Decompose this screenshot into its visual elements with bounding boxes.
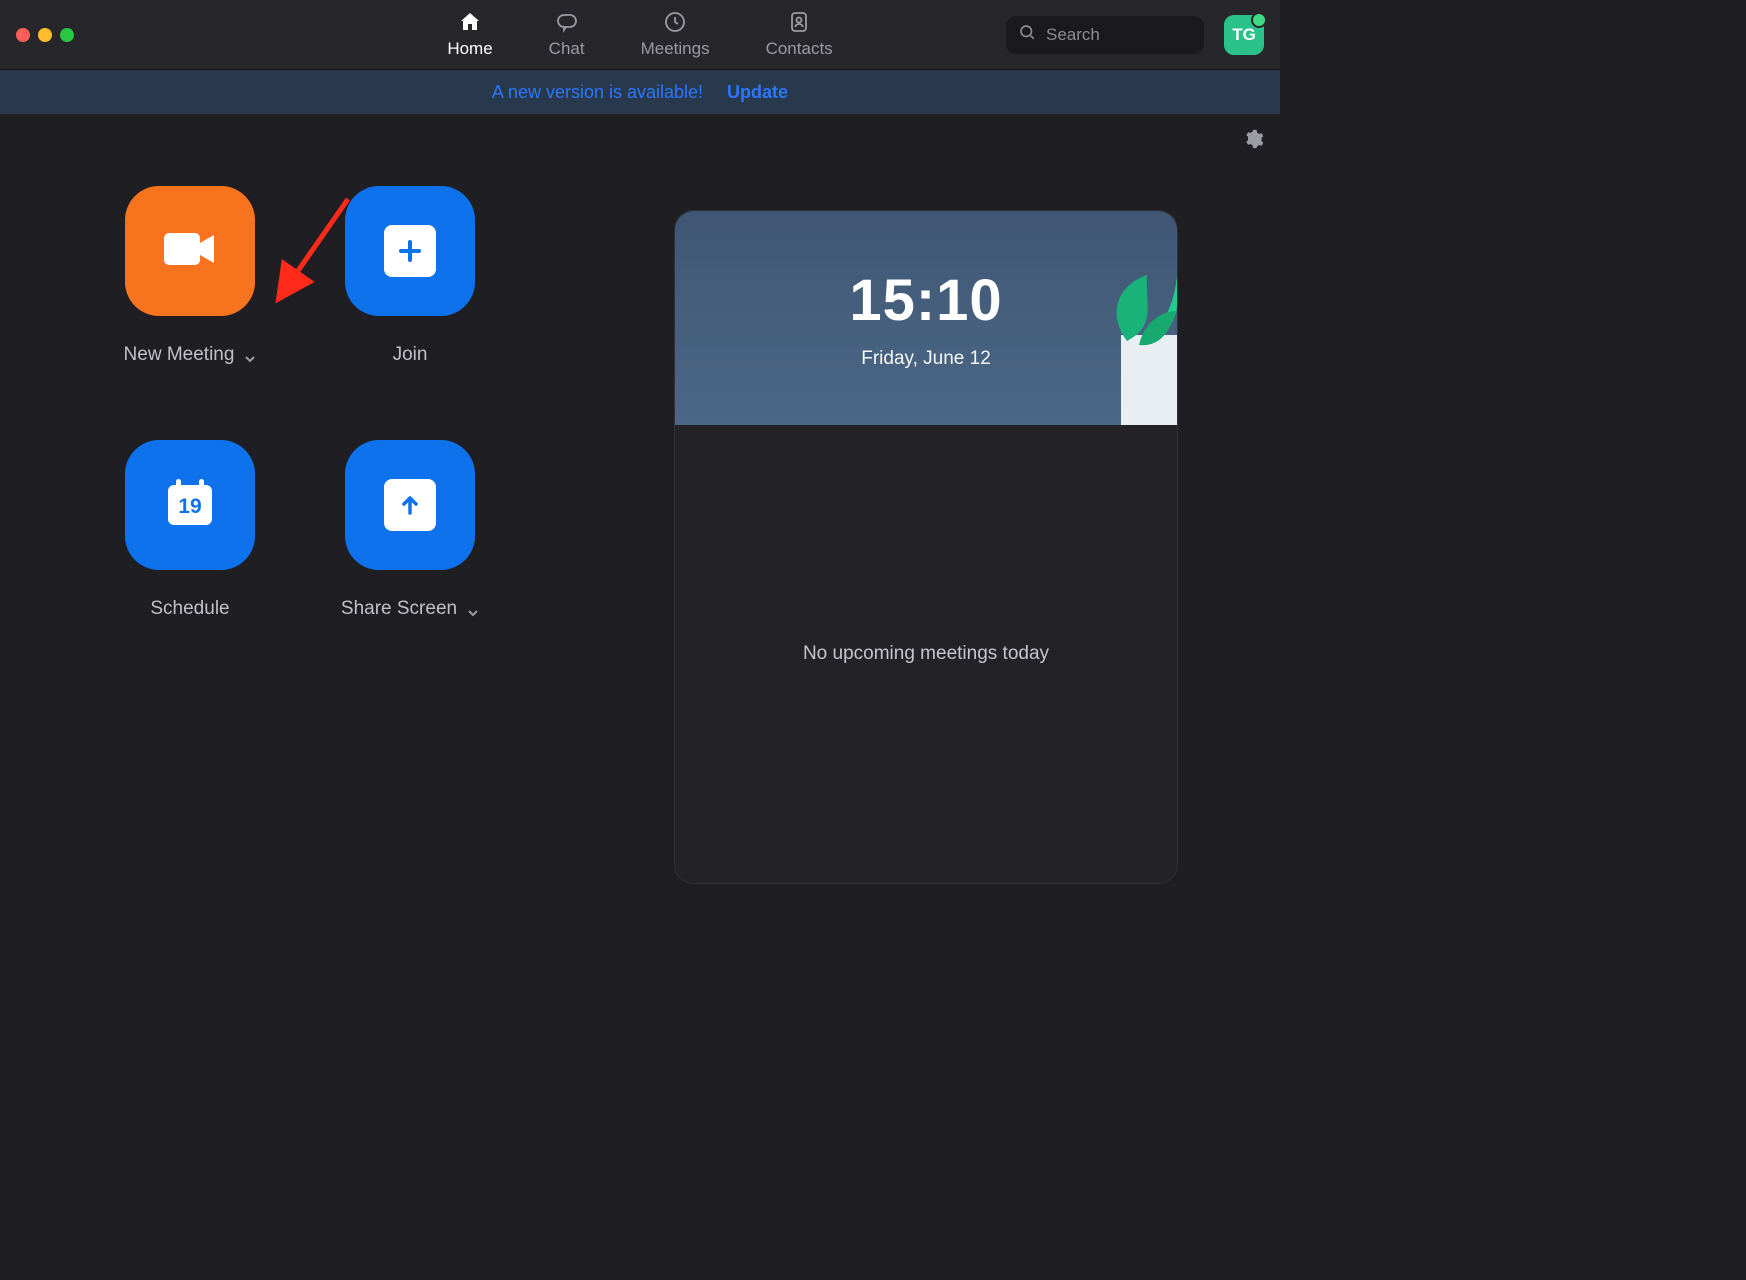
tab-label: Chat bbox=[549, 39, 585, 59]
chevron-down-icon bbox=[467, 603, 479, 615]
chat-icon bbox=[554, 9, 580, 35]
tile-label-text: Join bbox=[393, 344, 428, 366]
calendar-day: 19 bbox=[160, 495, 220, 519]
action-tiles: New Meeting Join bbox=[0, 114, 600, 938]
tab-label: Home bbox=[447, 39, 492, 59]
schedule-label-row[interactable]: Schedule bbox=[150, 598, 229, 620]
minimize-window-button[interactable] bbox=[38, 28, 52, 42]
window-controls bbox=[16, 28, 74, 42]
clock-hero: 15:10 Friday, June 12 bbox=[675, 211, 1177, 425]
tile-label-text: Schedule bbox=[150, 598, 229, 620]
tile-schedule: 19 Schedule bbox=[80, 440, 300, 640]
nav-tabs: Home Chat Meetings Contacts bbox=[447, 0, 832, 69]
search-icon bbox=[1018, 23, 1036, 46]
close-window-button[interactable] bbox=[16, 28, 30, 42]
update-message: A new version is available! bbox=[492, 82, 703, 103]
new-meeting-label-row[interactable]: New Meeting bbox=[124, 344, 257, 366]
plus-icon bbox=[384, 225, 436, 277]
upcoming-panel: 15:10 Friday, June 12 No upcoming meetin… bbox=[674, 210, 1178, 884]
avatar[interactable]: TG bbox=[1224, 15, 1264, 55]
clock-icon bbox=[662, 9, 688, 35]
tile-share-screen: Share Screen bbox=[300, 440, 520, 640]
share-screen-label-row[interactable]: Share Screen bbox=[341, 598, 479, 620]
titlebar: Home Chat Meetings Contacts TG bbox=[0, 0, 1280, 70]
plant-decoration bbox=[1057, 275, 1177, 425]
arrow-up-icon bbox=[384, 479, 436, 531]
tab-label: Meetings bbox=[641, 39, 710, 59]
maximize-window-button[interactable] bbox=[60, 28, 74, 42]
tab-label: Contacts bbox=[766, 39, 833, 59]
tile-label-text: Share Screen bbox=[341, 598, 457, 620]
upcoming-empty-state: No upcoming meetings today bbox=[675, 425, 1177, 883]
home-icon bbox=[457, 9, 483, 35]
share-screen-button[interactable] bbox=[345, 440, 475, 570]
upcoming-empty-text: No upcoming meetings today bbox=[803, 643, 1049, 665]
update-banner: A new version is available! Update bbox=[0, 70, 1280, 114]
video-icon bbox=[160, 227, 220, 276]
contacts-icon bbox=[786, 9, 812, 35]
tile-join: Join bbox=[300, 186, 520, 386]
tab-contacts[interactable]: Contacts bbox=[766, 9, 833, 69]
avatar-initials: TG bbox=[1232, 25, 1256, 45]
clock-date: Friday, June 12 bbox=[861, 348, 991, 370]
search-box[interactable] bbox=[1006, 16, 1204, 54]
tile-new-meeting: New Meeting bbox=[80, 186, 300, 386]
clock-time: 15:10 bbox=[849, 267, 1002, 334]
new-meeting-button[interactable] bbox=[125, 186, 255, 316]
calendar-icon: 19 bbox=[160, 473, 220, 538]
tile-label-text: New Meeting bbox=[124, 344, 235, 366]
join-label-row[interactable]: Join bbox=[393, 344, 428, 366]
tab-home[interactable]: Home bbox=[447, 9, 492, 69]
schedule-button[interactable]: 19 bbox=[125, 440, 255, 570]
tab-meetings[interactable]: Meetings bbox=[641, 9, 710, 69]
join-button[interactable] bbox=[345, 186, 475, 316]
update-link[interactable]: Update bbox=[727, 82, 788, 103]
chevron-down-icon bbox=[244, 349, 256, 361]
main-content: New Meeting Join bbox=[0, 114, 1280, 938]
tab-chat[interactable]: Chat bbox=[549, 9, 585, 69]
